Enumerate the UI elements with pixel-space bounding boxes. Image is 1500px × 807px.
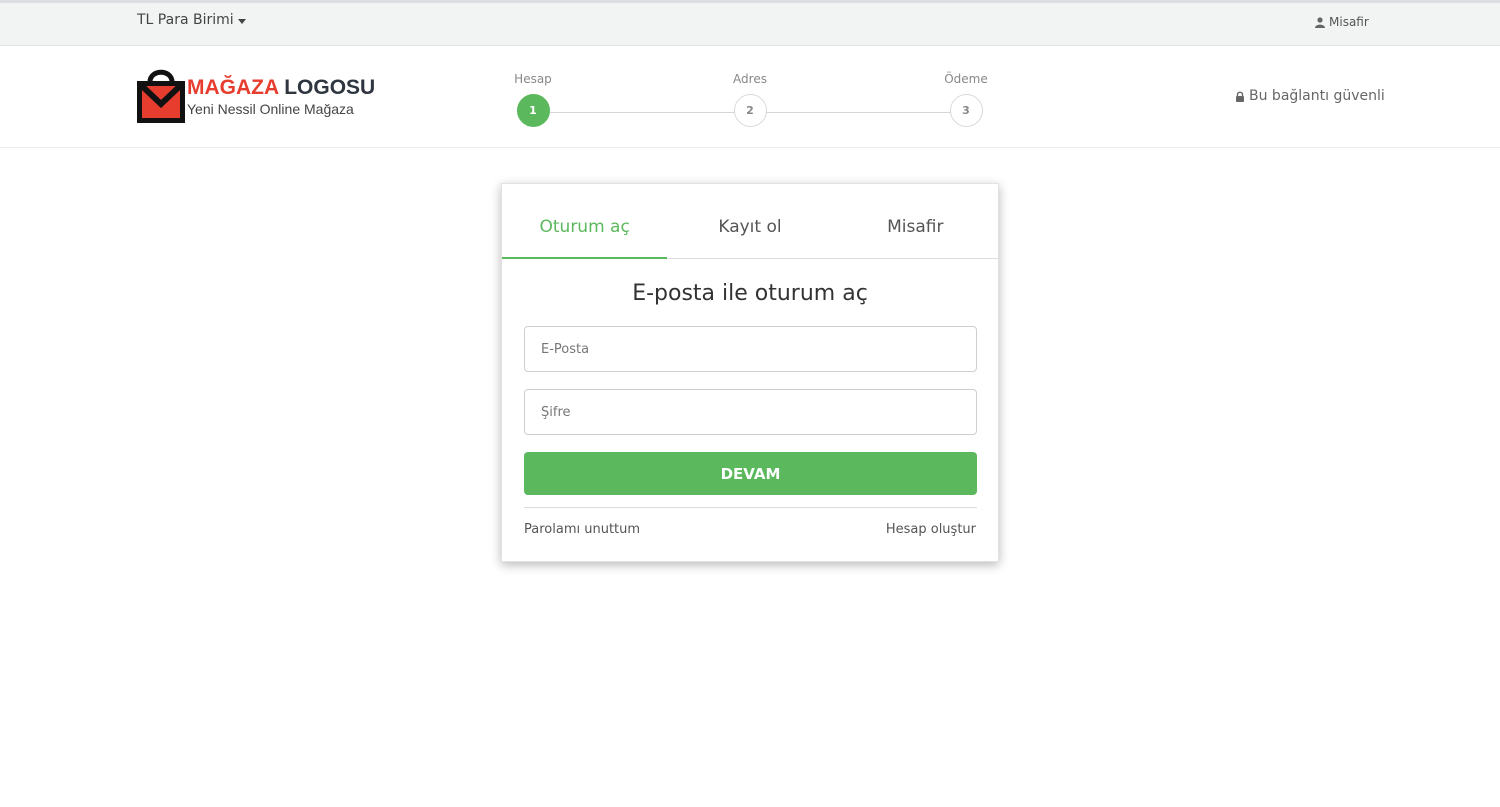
user-icon (1315, 16, 1325, 28)
step-label: Ödeme (944, 72, 988, 86)
step-label: Adres (733, 72, 767, 86)
top-bar: TL Para Birimi Misafir (0, 0, 1500, 46)
step-number: 2 (733, 94, 767, 127)
currency-selector[interactable]: TL Para Birimi (137, 12, 246, 28)
logo-text: MAĞAZA LOGOSU Yeni Nessil Online Mağaza (187, 76, 375, 117)
logo-tagline: Yeni Nessil Online Mağaza (187, 101, 354, 117)
lock-icon (1236, 91, 1244, 102)
tab-register[interactable]: Kayıt ol (667, 184, 832, 258)
tab-sign-in[interactable]: Oturum aç (502, 184, 668, 259)
secure-text: Bu bağlantı güvenli (1249, 88, 1385, 104)
tab-guest[interactable]: Misafir (833, 184, 998, 258)
email-field[interactable] (524, 326, 977, 372)
login-card: Oturum aç Kayıt ol Misafir E-posta ile o… (501, 183, 999, 562)
guest-label: Misafir (1329, 15, 1369, 29)
continue-button[interactable]: DEVAM (524, 452, 977, 495)
shopping-bag-logo-icon (137, 69, 185, 123)
create-account-link[interactable]: Hesap oluştur (886, 522, 976, 537)
auth-tabs: Oturum aç Kayıt ol Misafir (502, 184, 998, 259)
step-label: Hesap (514, 72, 552, 86)
caret-down-icon (237, 18, 246, 24)
divider (524, 507, 977, 508)
step-address: Adres 2 (717, 72, 783, 127)
step-number: 1 (516, 94, 550, 127)
guest-account-link[interactable]: Misafir (1315, 15, 1369, 29)
logo-brand: MAĞAZA LOGOSU (187, 76, 375, 100)
secure-connection-note: Bu bağlantı güvenli (1235, 88, 1385, 104)
login-title: E-posta ile oturum aç (632, 281, 868, 306)
logo-brand-dark: LOGOSU (284, 76, 376, 99)
step-number: 3 (949, 94, 983, 127)
checkout-steps: Hesap 1 Adres 2 Ödeme 3 (500, 72, 1010, 132)
currency-label: TL Para Birimi (137, 12, 234, 28)
checkout-header: MAĞAZA LOGOSU Yeni Nessil Online Mağaza … (0, 46, 1500, 148)
step-account: Hesap 1 (500, 72, 566, 127)
store-logo[interactable]: MAĞAZA LOGOSU Yeni Nessil Online Mağaza (136, 66, 396, 126)
logo-brand-red: MAĞAZA (187, 76, 279, 99)
password-field[interactable] (524, 389, 977, 435)
forgot-password-link[interactable]: Parolamı unuttum (524, 522, 640, 537)
step-payment: Ödeme 3 (933, 72, 999, 127)
